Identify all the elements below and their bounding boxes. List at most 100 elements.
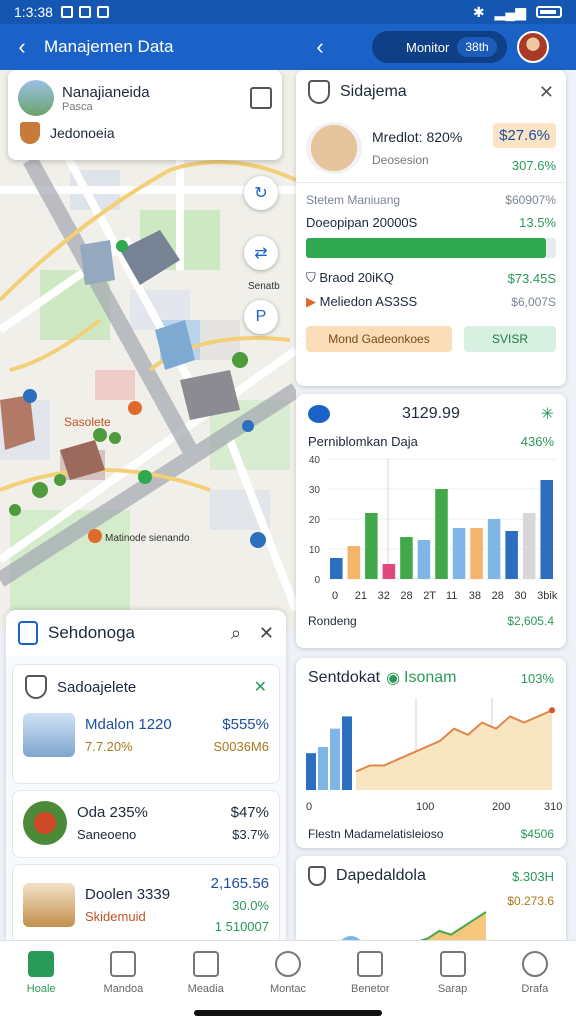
- chart-footer-label: Flestn Madamelatisleioso: [308, 827, 444, 841]
- compass-icon[interactable]: ↻: [244, 176, 278, 210]
- detail-card: Sidajema ✕ Mredlot: 820% Deosesion $27.6…: [296, 70, 566, 386]
- chart-value2: $0.273.6: [507, 894, 554, 908]
- map-label: Matinode sienando: [105, 533, 190, 544]
- battery-icon: [536, 6, 562, 18]
- bar: [487, 519, 501, 579]
- sparkle-icon[interactable]: ✳: [541, 404, 554, 424]
- primary-button[interactable]: Mond Gadeonkoes: [306, 326, 452, 352]
- chart-subtitle: Perniblomkan Daja: [308, 434, 418, 449]
- list-item[interactable]: Doolen 3339 Skidemuid 2,165.56 30.0% 1 5…: [13, 865, 279, 938]
- bar: [382, 564, 396, 579]
- detail-price-secondary: 307.6%: [511, 158, 556, 173]
- y-tick-label: 40: [309, 455, 321, 466]
- list-item[interactable]: ⛉ Braod 20iKQ $73.45S: [306, 266, 556, 290]
- item-value2: S0036M6: [213, 739, 269, 754]
- x-tick-label: 28: [400, 590, 412, 602]
- nav-item[interactable]: Hoale: [0, 941, 82, 1024]
- map-view[interactable]: Sasolete Matinode sienando Senatb Nanaji…: [0, 70, 296, 630]
- parking-icon[interactable]: P: [244, 300, 278, 334]
- app-bar: ‹ Manajemen Data ‹ Monitor 38th: [0, 24, 576, 70]
- card-title: Sidajema: [340, 83, 407, 100]
- monitor-pill[interactable]: Monitor 38th: [372, 31, 507, 63]
- store-icon: [110, 951, 137, 977]
- progress-bar: [306, 238, 556, 258]
- status-time: 1:3:38: [14, 4, 53, 20]
- detail-image: [306, 122, 362, 174]
- y-tick-label: 30: [309, 485, 321, 496]
- item-image: [23, 882, 75, 927]
- tag-icon: ▶: [306, 294, 316, 309]
- item-name: Mdalon 1220: [85, 716, 172, 733]
- detail-row[interactable]: Mredlot: 820% Deosesion $27.6% 307.6%: [296, 114, 566, 182]
- list-card[interactable]: Sadoajelete ✕ Mdalon 1220 7.7.20% $555% …: [12, 664, 280, 784]
- secondary-button[interactable]: SVISR: [464, 326, 556, 352]
- x-tick-label: 11: [446, 590, 457, 602]
- nav-item[interactable]: Mandoa: [82, 941, 164, 1024]
- row-value: $73.45S: [507, 270, 556, 286]
- bar: [417, 540, 431, 579]
- x-tick-label: 310: [544, 801, 562, 813]
- signal-icon: ▂▄▆: [494, 3, 526, 20]
- close-icon[interactable]: ✕: [254, 677, 267, 697]
- bar: [540, 480, 553, 579]
- avatar[interactable]: [516, 31, 549, 63]
- area-chart-card: Sentdokat ◉ Isonam 103% 0 100 200 310 Flest…: [296, 658, 566, 848]
- search-panel-header: Sehdonoga ⌕ ✕: [6, 610, 286, 656]
- status-bar: 1:3:38 ✱ ▂▄▆: [0, 0, 576, 24]
- nav-label: Montac: [269, 983, 307, 995]
- nav-item[interactable]: Sarap: [411, 941, 493, 1024]
- place-title: Nanajianeida: [62, 83, 150, 101]
- list-card[interactable]: Oda 235% Saneoeno $47% $3.7%: [12, 790, 280, 858]
- back-icon[interactable]: ‹: [300, 34, 340, 60]
- list-item[interactable]: Oda 235% Saneoeno $47% $3.7%: [13, 791, 279, 849]
- item-name: Doolen 3339: [85, 885, 171, 903]
- x-tick-label: 200: [492, 801, 510, 813]
- bar: [306, 753, 316, 790]
- media-icon: [192, 951, 219, 977]
- list-item[interactable]: Mdalon 1220 7.7.20% $555% S0036M6: [13, 709, 279, 761]
- search-panel: Sehdonoga ⌕ ✕ Sadoajelete ✕ Mdalon 1220 …: [6, 610, 286, 940]
- x-tick-label: 32: [378, 590, 390, 602]
- x-tick-label: 28: [492, 590, 504, 602]
- row-value: $6,007S: [511, 295, 556, 309]
- notification-icon: [78, 6, 91, 18]
- nav-item[interactable]: Drafa: [494, 941, 576, 1024]
- bar-chart-card: 3129.99 ✳ Perniblomkan Daja 436% 0 10 20 30…: [296, 394, 566, 648]
- place-row-label: Jedonoeia: [50, 125, 115, 141]
- x-tick-label: 3bik: [537, 590, 558, 602]
- cloud-icon: [308, 405, 330, 423]
- item-value2: 30.0%: [232, 898, 269, 913]
- y-tick-label: 10: [309, 545, 321, 556]
- item-image: [23, 801, 67, 845]
- close-icon[interactable]: ✕: [539, 82, 554, 103]
- nav-label: Benetor: [351, 983, 390, 995]
- notification-icon: [60, 6, 73, 18]
- list-item[interactable]: ▶ Meliedon AS3SS $6,007S: [306, 290, 556, 314]
- chart-value: 103%: [520, 670, 554, 686]
- list-card[interactable]: Doolen 3339 Skidemuid 2,165.56 30.0% 1 5…: [12, 864, 280, 940]
- close-icon[interactable]: ✕: [259, 623, 274, 644]
- place-card[interactable]: Nanajianeida Pasca Jedonoeia: [8, 70, 282, 160]
- map-label: Senatb: [248, 281, 280, 292]
- x-tick-label: 100: [416, 801, 434, 813]
- search-panel-title: Sehdonoga: [48, 623, 135, 642]
- item-sub: 7.7.20%: [85, 739, 133, 754]
- route-icon[interactable]: ⇄: [244, 236, 278, 270]
- section-label: Stetem Maniuang: [306, 193, 401, 207]
- x-tick-label: 2T: [423, 590, 436, 602]
- nav-label: Meadia: [187, 983, 224, 995]
- profile-icon: [521, 951, 548, 977]
- chart-title: 3129.99: [402, 405, 460, 422]
- bluetooth-icon: ✱: [472, 3, 485, 20]
- bar: [452, 528, 466, 579]
- home-icon: [28, 951, 55, 977]
- progress-label: Doeopipan 20000S: [306, 215, 418, 230]
- search-icon[interactable]: ⌕: [231, 623, 241, 644]
- bookmark-icon[interactable]: [250, 87, 272, 109]
- chart-title: Dapedaldola: [336, 867, 426, 884]
- chart-footer-label: Rondeng: [308, 614, 357, 628]
- y-tick-label: 0: [314, 575, 320, 586]
- x-tick-label: 0: [332, 590, 338, 602]
- x-tick-label: 38: [469, 590, 481, 602]
- back-icon[interactable]: ‹: [0, 34, 44, 60]
